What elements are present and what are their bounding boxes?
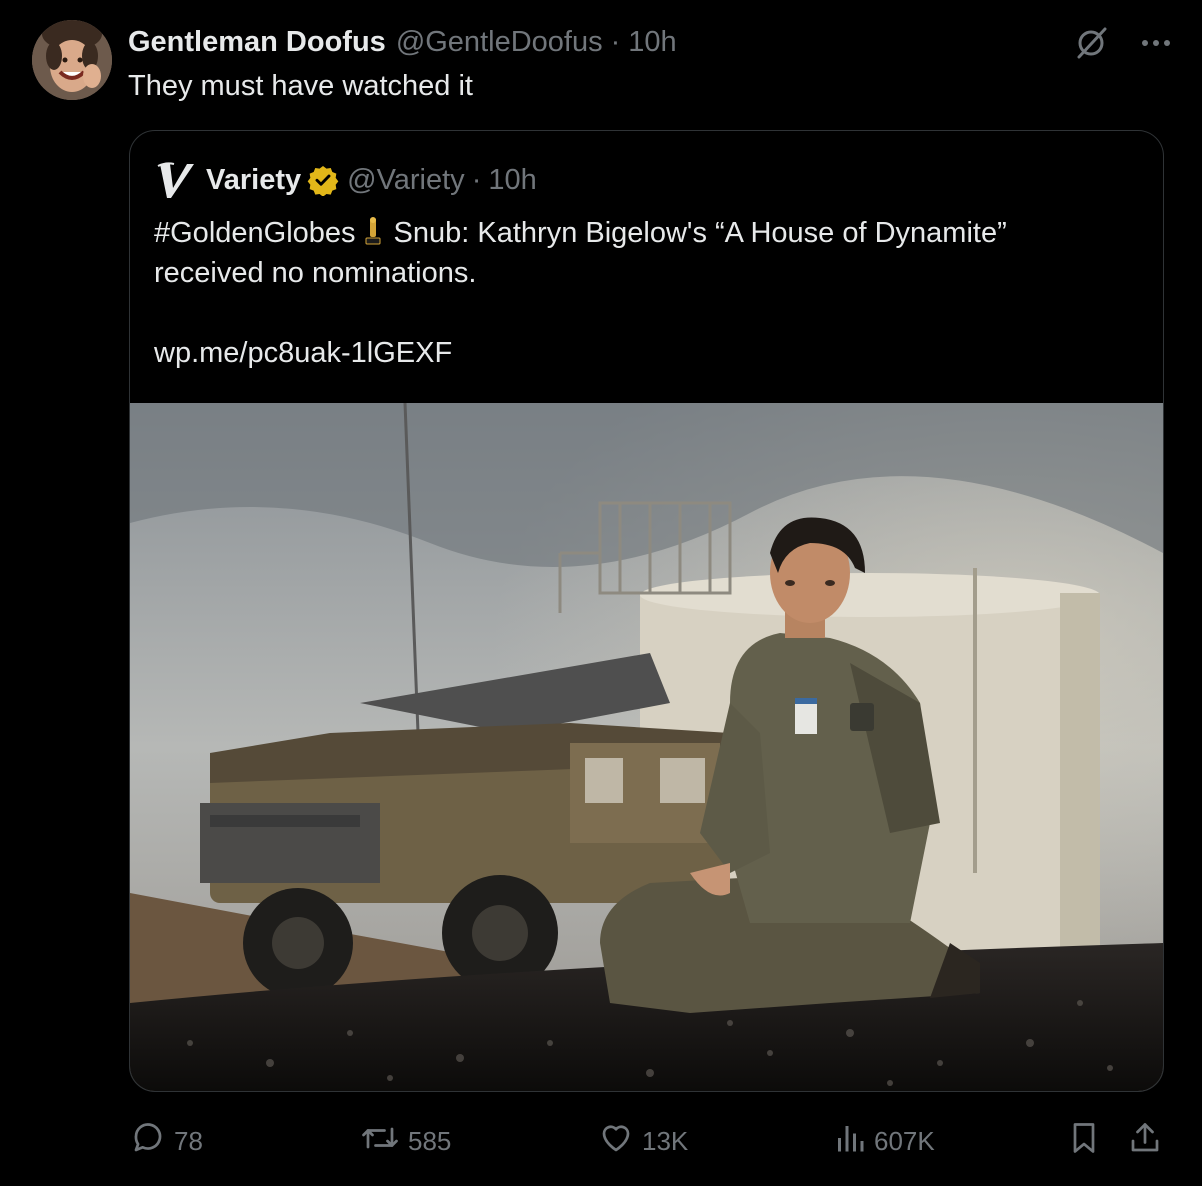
separator-dot: · [471, 163, 482, 196]
post-actions: 78 585 13K 607K [0, 1110, 1202, 1168]
grok-icon[interactable] [1072, 24, 1110, 62]
quoted-text-body: Snub: Kathryn Bigelow's “A House of Dyna… [393, 217, 1007, 249]
repost-icon [360, 1120, 408, 1163]
quoted-link[interactable]: wp.me/pc8uak-1lGEXF [154, 333, 1134, 373]
trophy-emoji [362, 216, 384, 246]
variety-logo [154, 157, 198, 203]
quoted-post[interactable]: Variety @Variety · 10h #GoldenGlobes Snub… [129, 130, 1164, 1092]
quoted-text: #GoldenGlobes Snub: Kathryn Bigelow's “A … [154, 213, 1134, 373]
post: Gentleman Doofus @GentleDoofus · 10h The… [0, 0, 1202, 1186]
like-count: 13K [642, 1126, 689, 1156]
quoted-author-name[interactable]: Variety [206, 164, 301, 197]
quoted-header: Variety @Variety · 10h [154, 157, 537, 203]
post-header: Gentleman Doofus @GentleDoofus · 10h [128, 22, 677, 62]
reply-icon [130, 1120, 174, 1163]
views-icon [834, 1120, 874, 1163]
like-icon [598, 1120, 642, 1163]
quoted-text-line-2: received no nominations. [154, 257, 477, 289]
hashtag-link[interactable]: #GoldenGlobes [154, 217, 356, 249]
repost-count: 585 [408, 1126, 452, 1156]
quoted-text-line-1: #GoldenGlobes Snub: Kathryn Bigelow's “A … [154, 213, 1134, 253]
repost-button[interactable]: 585 [360, 1120, 451, 1163]
quoted-author-handle[interactable]: @Variety [347, 164, 465, 197]
post-text: They must have watched it [128, 70, 473, 102]
post-time[interactable]: 10h [628, 26, 676, 59]
author-handle[interactable]: @GentleDoofus [396, 26, 603, 59]
more-icon[interactable] [1140, 38, 1172, 48]
bookmark-button[interactable] [1068, 1120, 1108, 1163]
reply-count: 78 [174, 1126, 203, 1156]
quoted-time[interactable]: 10h [488, 164, 536, 197]
reply-button[interactable]: 78 [130, 1120, 203, 1163]
share-icon [1128, 1120, 1170, 1163]
separator-dot: · [610, 25, 621, 58]
verified-badge [307, 164, 339, 196]
share-button[interactable] [1128, 1120, 1170, 1163]
post-top-actions [1072, 24, 1172, 62]
author-name[interactable]: Gentleman Doofus [128, 26, 386, 59]
author-avatar[interactable] [32, 20, 112, 100]
views-button[interactable]: 607K [834, 1120, 935, 1163]
bookmark-icon [1068, 1120, 1108, 1163]
like-button[interactable]: 13K [598, 1120, 688, 1163]
views-count: 607K [874, 1126, 935, 1156]
quoted-media-image[interactable] [130, 403, 1163, 1091]
